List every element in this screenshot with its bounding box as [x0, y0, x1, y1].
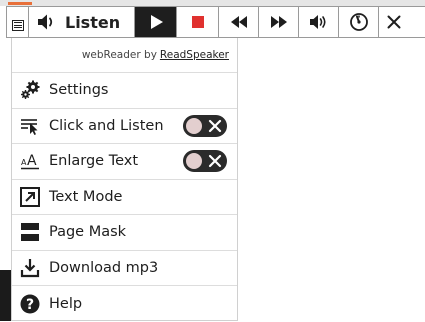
menu-item-enlarge-text[interactable]: A A Enlarge Text	[12, 144, 237, 180]
download-icon	[20, 258, 40, 278]
menu-item-label: Help	[49, 295, 83, 312]
play-icon	[151, 15, 163, 29]
fast-forward-icon	[270, 16, 287, 28]
listen-label: Listen	[65, 12, 121, 32]
menu-item-label: Download mp3	[49, 259, 159, 276]
fast-forward-button[interactable]	[259, 7, 299, 37]
menu-icon	[11, 19, 24, 31]
brand-line: webReader by ReadSpeaker	[12, 38, 237, 73]
menu-item-click-and-listen[interactable]: Click and Listen	[12, 109, 237, 144]
click-listen-toggle[interactable]	[183, 114, 227, 137]
menu-item-label: Page Mask	[49, 224, 127, 241]
toggle-knob	[186, 117, 202, 134]
speed-icon	[349, 13, 368, 31]
toggle-off-icon	[208, 119, 222, 132]
volume-icon	[309, 15, 326, 29]
stop-button[interactable]	[177, 7, 219, 37]
close-icon	[387, 15, 401, 29]
rewind-icon	[230, 16, 247, 28]
close-button[interactable]	[379, 7, 409, 37]
menu-button[interactable]	[7, 7, 29, 37]
text-mode-icon	[20, 186, 40, 207]
speaker-icon	[38, 14, 53, 30]
gears-icon	[20, 80, 40, 100]
menu-item-label: Enlarge Text	[49, 153, 139, 170]
rewind-button[interactable]	[219, 7, 259, 37]
toggle-off-icon	[208, 155, 222, 168]
menu-item-help[interactable]: ? Help	[12, 286, 237, 322]
menu-item-text-mode[interactable]: Text Mode	[12, 180, 237, 215]
menu-item-label: Text Mode	[49, 188, 123, 205]
brand-prefix: webReader by	[81, 49, 157, 61]
menu-item-settings[interactable]: Settings	[12, 73, 237, 109]
settings-dropdown: webReader by ReadSpeaker Settings Click …	[11, 38, 238, 321]
speed-button[interactable]	[339, 7, 379, 37]
readspeaker-toolbar: Listen	[6, 6, 425, 38]
enlarge-text-toggle[interactable]	[183, 150, 227, 173]
help-icon: ?	[20, 294, 40, 314]
accent-bar	[8, 2, 32, 5]
click-listen-icon	[20, 116, 40, 136]
svg-text:?: ?	[26, 297, 34, 313]
menu-item-label: Click and Listen	[49, 117, 164, 134]
listen-button[interactable]: Listen	[29, 7, 135, 37]
stop-icon	[191, 16, 204, 28]
svg-text:A: A	[27, 153, 37, 169]
menu-item-download-mp3[interactable]: Download mp3	[12, 251, 237, 286]
enlarge-text-icon: A A	[20, 151, 40, 171]
menu-item-page-mask[interactable]: Page Mask	[12, 215, 237, 251]
play-button[interactable]	[135, 7, 177, 37]
page-mask-icon	[20, 222, 40, 242]
volume-button[interactable]	[299, 7, 339, 37]
menu-item-label: Settings	[49, 82, 109, 99]
readspeaker-link[interactable]: ReadSpeaker	[160, 49, 229, 61]
toggle-knob	[186, 153, 202, 170]
